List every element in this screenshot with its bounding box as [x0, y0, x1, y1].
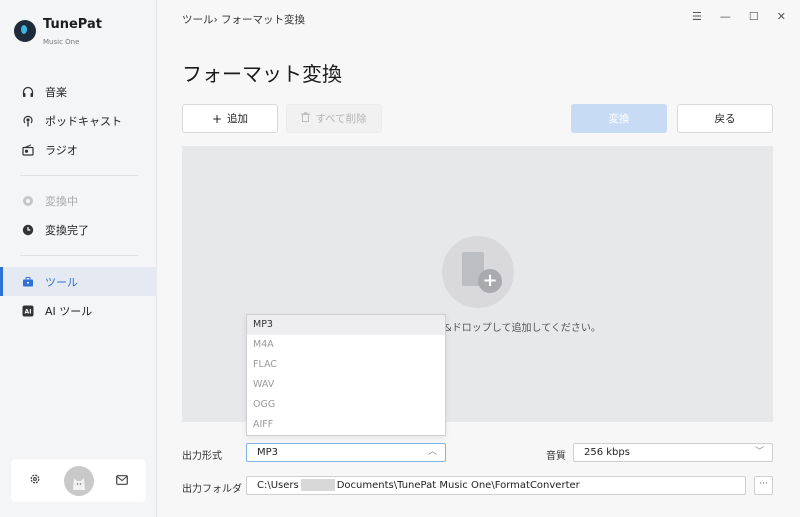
sidebar-footer [11, 459, 146, 502]
app-name: TunePat [43, 17, 102, 32]
output-folder-path[interactable]: C:\Users Documents\TunePat Music One\Form… [246, 476, 746, 495]
sidebar-item-music[interactable]: 音楽 [0, 77, 157, 106]
add-audio-file-icon[interactable]: + [442, 236, 514, 308]
settings-gear-icon[interactable] [29, 473, 41, 488]
sidebar-item-radio[interactable]: ラジオ [0, 135, 157, 164]
sidebar-item-label: 音楽 [45, 85, 67, 99]
format-dropdown-list: MP3 M4A FLAC WAV OGG AIFF [246, 314, 446, 436]
back-button[interactable]: 戻る [677, 104, 773, 133]
sidebar-item-converted[interactable]: 変換完了 [0, 215, 157, 244]
add-button[interactable]: + 追加 [182, 104, 278, 133]
format-option-ogg[interactable]: OGG [247, 395, 445, 415]
plus-icon: + [211, 111, 223, 126]
convert-button[interactable]: 変換 [571, 104, 667, 133]
menu-icon[interactable]: ☰ [692, 10, 702, 23]
sidebar-item-label: ラジオ [45, 143, 78, 157]
browse-folder-button[interactable]: ··· [754, 476, 773, 495]
sidebar-item-converting[interactable]: 変換中 [0, 186, 157, 215]
tunepat-logo [14, 20, 36, 42]
sidebar-item-label: 変換完了 [45, 223, 89, 237]
page-title: フォーマット変換 [182, 62, 342, 86]
sidebar-item-ai-tools[interactable]: AI AI ツール [0, 296, 157, 325]
podcast-icon [22, 115, 34, 127]
sidebar-item-label: 変換中 [45, 194, 78, 208]
format-option-aiff[interactable]: AIFF [247, 415, 445, 435]
format-option-m4a[interactable]: M4A [247, 335, 445, 355]
format-option-wav[interactable]: WAV [247, 375, 445, 395]
window-controls: ☰ — ☐ ✕ [692, 10, 786, 23]
breadcrumb-current: フォーマット変換 [221, 14, 306, 26]
trash-icon [301, 112, 311, 125]
avatar[interactable] [63, 465, 94, 496]
quality-select[interactable]: 256 kbps ﹀ [573, 443, 773, 462]
clear-all-button[interactable]: すべて削除 [286, 104, 382, 133]
main-panel: ツール› フォーマット変換 ☰ — ☐ ✕ フォーマット変換 + 追加 すべて削… [158, 0, 800, 517]
sidebar-item-tools[interactable]: ツール [0, 267, 157, 296]
output-format-value: MP3 [257, 447, 279, 458]
sidebar-divider [20, 255, 138, 256]
chevron-up-icon: ︿ [427, 447, 437, 457]
redacted-username [300, 479, 335, 491]
headphones-icon [22, 86, 34, 98]
quality-label: 音質 [546, 451, 566, 462]
converting-icon [22, 195, 34, 207]
clock-icon [22, 224, 34, 236]
format-option-flac[interactable]: FLAC [247, 355, 445, 375]
format-option-mp3[interactable]: MP3 [247, 315, 445, 335]
radio-icon [22, 143, 34, 156]
quality-value: 256 kbps [584, 447, 630, 458]
sidebar-item-label: ポッドキャスト [45, 114, 122, 128]
brand: TunePat Music One [14, 16, 102, 46]
mail-icon[interactable] [116, 474, 128, 488]
sidebar-item-label: AI ツール [45, 304, 93, 318]
output-folder-suffix: Documents\TunePat Music One\FormatConver… [336, 480, 580, 491]
sidebar-item-label: ツール [45, 275, 78, 289]
ai-icon: AI [22, 305, 34, 317]
sidebar-divider [20, 175, 138, 176]
minimize-icon[interactable]: — [720, 10, 731, 23]
toolbox-icon [22, 276, 34, 288]
breadcrumb-separator: › [213, 14, 218, 26]
svg-text:AI: AI [25, 308, 32, 315]
add-button-label: 追加 [227, 113, 249, 125]
output-format-label: 出力形式 [182, 451, 222, 462]
sidebar: TunePat Music One 音楽 ポッドキャスト ラジオ 変換中 変換完… [0, 0, 157, 517]
output-folder-prefix: C:\Users [257, 480, 299, 491]
chevron-down-icon: ﹀ [754, 447, 764, 457]
output-format-select[interactable]: MP3 ︿ [246, 443, 446, 462]
maximize-icon[interactable]: ☐ [749, 10, 759, 23]
breadcrumb: ツール› フォーマット変換 [182, 12, 305, 27]
app-subtitle: Music One [43, 38, 80, 46]
sidebar-item-podcast[interactable]: ポッドキャスト [0, 106, 157, 135]
clear-all-label: すべて削除 [315, 113, 367, 125]
drop-instruction: &ドロップして追加してください。 [444, 323, 601, 334]
output-folder-label: 出力フォルダ [182, 484, 242, 495]
close-icon[interactable]: ✕ [777, 10, 786, 23]
breadcrumb-root[interactable]: ツール [182, 14, 214, 26]
